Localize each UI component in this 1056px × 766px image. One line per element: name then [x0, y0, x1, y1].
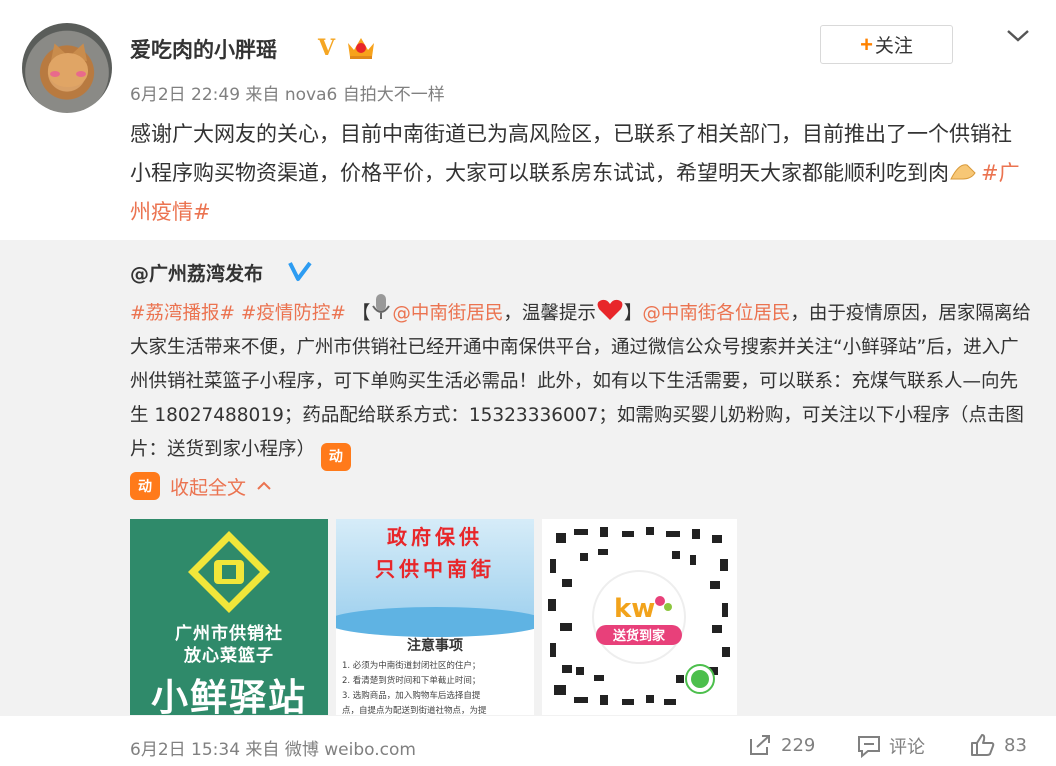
comment-icon — [858, 736, 880, 758]
like-count: 83 — [1004, 734, 1027, 756]
repost-body: ，由于疫情原因，居家隔离给大家生活带来不便，广州市供销社已经开通中南保供平台，通… — [130, 303, 1031, 460]
mini-program-icon[interactable]: 动 — [130, 472, 160, 500]
hands-icon — [950, 164, 976, 180]
collapse-toggle[interactable]: 动 收起全文 — [130, 472, 272, 500]
microphone-icon — [372, 294, 391, 319]
like-icon — [971, 734, 995, 756]
share-icon — [750, 735, 770, 755]
image-rule: 点，自提点为配送到街道社物点，为提 — [342, 706, 487, 715]
image-notice-heading: 注意事项 — [407, 638, 463, 654]
banner-text: 送货到家 — [612, 628, 666, 644]
like-button[interactable]: 83 — [970, 733, 1027, 757]
hashtag-link[interactable]: #疫情防控# — [241, 303, 346, 324]
image-caption: 放心菜篮子 — [184, 646, 274, 666]
plus-icon: + — [860, 31, 873, 57]
image-rule: 1. 必须为中南街道封闭社区的住户； — [342, 661, 481, 671]
follow-button[interactable]: + 关注 — [820, 25, 953, 64]
heart-icon — [597, 299, 623, 320]
brand-text: kw — [614, 594, 655, 624]
bracket: 】 — [623, 303, 643, 324]
image-caption: 小鲜驿站 — [151, 675, 307, 715]
image-rule: 3. 选购商品，加入购物车后选择自提 — [342, 691, 481, 701]
repost-author[interactable]: @广州荔湾发布 — [130, 259, 263, 286]
logo-icon — [188, 531, 270, 613]
image-title: 只供中南街 — [375, 557, 495, 581]
share-button[interactable]: 229 — [747, 733, 815, 757]
comment-button[interactable]: 评论 — [857, 733, 925, 759]
reminder-text: ，温馨提示 — [503, 303, 596, 324]
image-rule: 2. 看清楚到货时间和下单截止时间； — [342, 676, 481, 686]
repost-text: #荔湾播报# #疫情防控# 【 @中南街居民，温馨提示 】@中南街各位居民，由于疫情… — [130, 292, 1035, 471]
qr-code: kw 送货到家 — [548, 527, 730, 705]
chevron-down-icon[interactable] — [1006, 28, 1030, 44]
hashtag-link[interactable]: #荔湾播报# — [130, 303, 235, 324]
mini-program-icon[interactable]: 动 — [320, 443, 351, 471]
comment-label: 评论 — [889, 737, 925, 758]
image-xiaoxian-station[interactable]: 广州市供销社 放心菜篮子 小鲜驿站 — [130, 519, 328, 715]
chevron-up-icon — [257, 481, 271, 490]
avatar[interactable] — [22, 23, 112, 113]
bracket: 【 — [351, 303, 371, 324]
mention-link[interactable]: @中南街各位居民 — [642, 303, 790, 324]
wechat-mini-icon — [691, 670, 709, 688]
follow-label: 关注 — [874, 36, 913, 57]
collapse-label[interactable]: 收起全文 — [170, 473, 246, 500]
image-title: 政府保供 — [387, 525, 483, 549]
verified-icon — [288, 261, 312, 281]
post-meta: 6月2日 22:49 来自 nova6 自拍大不一样 — [130, 85, 445, 105]
verified-icon: V — [318, 35, 336, 61]
image-notice[interactable]: 政府保供 只供中南街 注意事项 1. 必须为中南街道封闭社区的住户； 2. 看清… — [336, 519, 534, 715]
repost-meta: 6月2日 15:34 来自 微博 weibo.com — [130, 740, 416, 760]
username[interactable]: 爱吃肉的小胖瑶 — [130, 34, 277, 64]
post-text: 感谢广大网友的关心，目前中南街道已为高风险区，已联系了相关部门，目前推出了一个供… — [130, 115, 1030, 232]
image-mini-program-code[interactable]: kw 送货到家 — [542, 519, 737, 715]
share-count: 229 — [781, 734, 816, 756]
mention-link[interactable]: @中南街居民 — [392, 303, 503, 324]
post-body: 感谢广大网友的关心，目前中南街道已为高风险区，已联系了相关部门，目前推出了一个供… — [130, 122, 1012, 185]
crown-icon — [348, 38, 374, 59]
